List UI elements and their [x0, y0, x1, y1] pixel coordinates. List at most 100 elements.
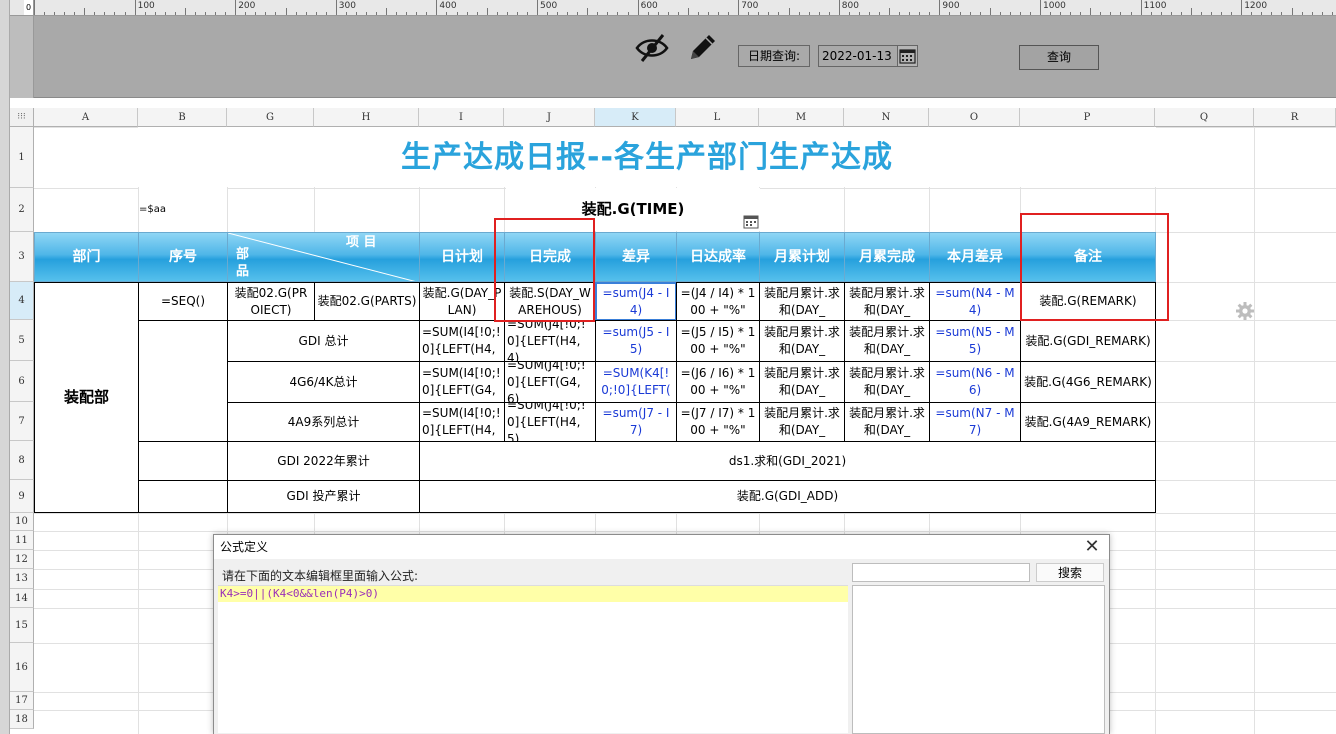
- row-header-11[interactable]: 11: [10, 531, 34, 550]
- header-month-done[interactable]: 月累完成: [844, 232, 930, 282]
- cell-p5[interactable]: 装配.G(GDI_REMARK): [1020, 320, 1156, 362]
- query-button[interactable]: 查询: [1019, 45, 1099, 70]
- cell-i4[interactable]: 装配.G(DAY_PLAN): [419, 282, 505, 321]
- cell-j5[interactable]: =SUM(J4[!0;!0]{LEFT(H4, 4): [504, 320, 596, 362]
- cell-b8[interactable]: [138, 441, 228, 481]
- cell-i6[interactable]: =SUM(I4[!0;!0]{LEFT(G4,: [419, 361, 505, 403]
- header-month-plan[interactable]: 月累计划: [759, 232, 845, 282]
- cell-o7[interactable]: =sum(N7 - M7): [929, 402, 1021, 442]
- header-day-plan[interactable]: 日计划: [419, 232, 505, 282]
- row-header-3[interactable]: 3: [10, 232, 34, 282]
- header-seq[interactable]: 序号: [138, 232, 228, 282]
- column-header-r[interactable]: R: [1254, 108, 1336, 127]
- cell-m6[interactable]: 装配月累计.求和(DAY_: [759, 361, 845, 403]
- header-day-done[interactable]: 日完成: [504, 232, 596, 282]
- header-item[interactable]: 项 目 部 品: [227, 232, 420, 282]
- column-header-g[interactable]: G: [227, 108, 314, 127]
- row-header-10[interactable]: 10: [10, 513, 34, 531]
- column-header-o[interactable]: O: [929, 108, 1020, 127]
- cell-k6[interactable]: =SUM(K4[!0;!0]{LEFT(: [595, 361, 677, 403]
- calendar-icon[interactable]: [743, 213, 759, 229]
- cell-time[interactable]: 装配.G(TIME): [506, 188, 760, 231]
- column-header-h[interactable]: H: [314, 108, 419, 127]
- cell-j6[interactable]: =SUM(J4[!0;!0]{LEFT(G4, 6): [504, 361, 596, 403]
- cell-h4[interactable]: 装配02.G(PARTS): [314, 282, 420, 321]
- cell-g6[interactable]: 4G6/4K总计: [227, 361, 420, 403]
- close-icon[interactable]: ✕: [1083, 537, 1101, 557]
- eye-slash-icon[interactable]: [634, 30, 670, 66]
- row-header-4[interactable]: 4: [10, 282, 34, 320]
- calendar-picker-button[interactable]: [897, 45, 918, 67]
- cell-p4[interactable]: 装配.G(REMARK): [1020, 282, 1156, 321]
- row-header-13[interactable]: 13: [10, 569, 34, 589]
- header-remark[interactable]: 备注: [1020, 232, 1156, 282]
- pencil-icon[interactable]: [684, 30, 720, 66]
- column-header-m[interactable]: M: [759, 108, 844, 127]
- row-header-17[interactable]: 17: [10, 692, 34, 710]
- search-input[interactable]: [852, 563, 1030, 582]
- cell-j7[interactable]: =SUM(J4[!0;!0]{LEFT(H4, 5): [504, 402, 596, 442]
- row-header-2[interactable]: 2: [10, 188, 34, 232]
- cell-b5-b8[interactable]: [138, 320, 228, 442]
- column-header-b[interactable]: B: [138, 108, 227, 127]
- formula-editor[interactable]: K4>=0||(K4<0&&len(P4)>0): [218, 585, 848, 733]
- row-header-9[interactable]: 9: [10, 480, 34, 513]
- cell-k4-selected[interactable]: =sum(J4 - I4): [595, 282, 677, 321]
- select-all-corner[interactable]: ⁝⁝⁝: [10, 108, 34, 127]
- cell-g7[interactable]: 4A9系列总计: [227, 402, 420, 442]
- cell-j4[interactable]: 装配.S(DAY_WAREHOUS): [504, 282, 596, 321]
- row-header-16[interactable]: 16: [10, 643, 34, 692]
- cell-m5[interactable]: 装配月累计.求和(DAY_: [759, 320, 845, 362]
- gear-icon[interactable]: [1236, 302, 1254, 320]
- column-header-i[interactable]: I: [419, 108, 504, 127]
- cell-b4[interactable]: =SEQ(): [138, 282, 228, 321]
- cell-b2[interactable]: =$aa: [139, 188, 227, 231]
- column-header-q[interactable]: Q: [1155, 108, 1254, 127]
- formula-line[interactable]: K4>=0||(K4<0&&len(P4)>0): [218, 586, 848, 602]
- report-title-cell[interactable]: 生产达成日报--各生产部门生产达成: [138, 127, 1156, 187]
- cell-l6[interactable]: =(J6 / I6) * 100 + "%": [676, 361, 760, 403]
- row-header-8[interactable]: 8: [10, 441, 34, 480]
- cell-g5[interactable]: GDI 总计: [227, 320, 420, 362]
- row-header-1[interactable]: 1: [10, 127, 34, 188]
- column-header-l[interactable]: L: [676, 108, 759, 127]
- cell-p7[interactable]: 装配.G(4A9_REMARK): [1020, 402, 1156, 442]
- row-header-6[interactable]: 6: [10, 361, 34, 402]
- cell-i8[interactable]: ds1.求和(GDI_2021): [419, 441, 1156, 481]
- header-diff[interactable]: 差异: [595, 232, 677, 282]
- header-dept[interactable]: 部门: [34, 232, 139, 282]
- column-header-a[interactable]: A: [34, 108, 138, 127]
- column-header-p[interactable]: P: [1020, 108, 1155, 127]
- cell-m4[interactable]: 装配月累计.求和(DAY_: [759, 282, 845, 321]
- cell-l4[interactable]: =(J4 / I4) * 100 + "%": [676, 282, 760, 321]
- cell-g8[interactable]: GDI 2022年累计: [227, 441, 420, 481]
- cell-dept-name[interactable]: 装配部: [34, 282, 139, 513]
- cell-i7[interactable]: =SUM(I4[!0;!0]{LEFT(H4,: [419, 402, 505, 442]
- cell-n5[interactable]: 装配月累计.求和(DAY_: [844, 320, 930, 362]
- date-input[interactable]: 2022-01-13: [818, 45, 898, 67]
- row-header-18[interactable]: 18: [10, 710, 34, 729]
- cell-b9[interactable]: [138, 480, 228, 513]
- row-header-7[interactable]: 7: [10, 402, 34, 441]
- column-header-k[interactable]: K: [595, 108, 676, 127]
- column-header-j[interactable]: J: [504, 108, 595, 127]
- row-header-5[interactable]: 5: [10, 320, 34, 361]
- cell-k7[interactable]: =sum(J7 - I7): [595, 402, 677, 442]
- cell-p6[interactable]: 装配.G(4G6_REMARK): [1020, 361, 1156, 403]
- cell-k5[interactable]: =sum(J5 - I5): [595, 320, 677, 362]
- row-header-14[interactable]: 14: [10, 589, 34, 608]
- cell-i5[interactable]: =SUM(I4[!0;!0]{LEFT(H4,: [419, 320, 505, 362]
- search-button[interactable]: 搜索: [1036, 563, 1104, 582]
- cell-l5[interactable]: =(J5 / I5) * 100 + "%": [676, 320, 760, 362]
- header-day-rate[interactable]: 日达成率: [676, 232, 760, 282]
- row-header-12[interactable]: 12: [10, 550, 34, 569]
- function-list[interactable]: [852, 585, 1105, 734]
- cell-l7[interactable]: =(J7 / I7) * 100 + "%": [676, 402, 760, 442]
- header-month-diff[interactable]: 本月差异: [929, 232, 1021, 282]
- row-header-15[interactable]: 15: [10, 608, 34, 643]
- cell-g9[interactable]: GDI 投产累计: [227, 480, 420, 513]
- cell-m7[interactable]: 装配月累计.求和(DAY_: [759, 402, 845, 442]
- cell-o4[interactable]: =sum(N4 - M4): [929, 282, 1021, 321]
- column-header-n[interactable]: N: [844, 108, 929, 127]
- cell-o5[interactable]: =sum(N5 - M5): [929, 320, 1021, 362]
